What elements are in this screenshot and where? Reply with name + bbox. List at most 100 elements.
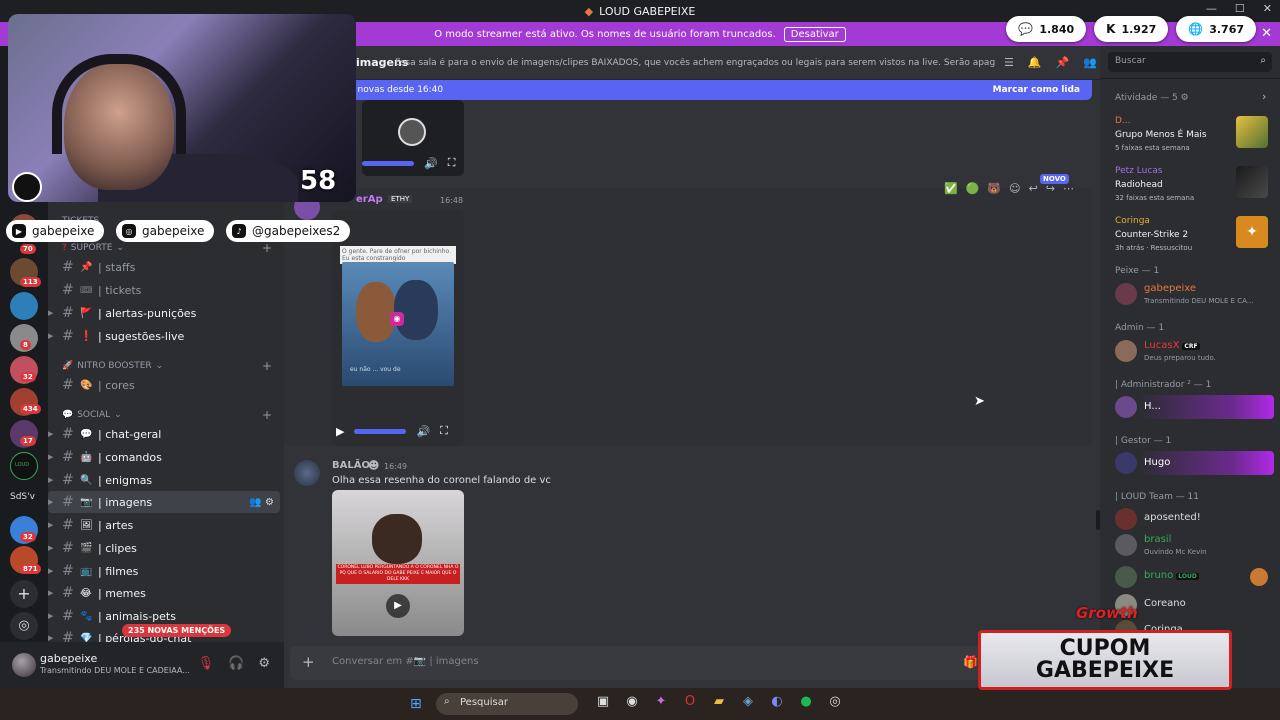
app-icon[interactable]: ◉: [623, 694, 641, 709]
activity-title: Radiohead: [1115, 180, 1163, 190]
obs-icon[interactable]: ◎: [826, 694, 844, 709]
member-item[interactable]: gabepeixe Transmitindo DEU MOLE E CA...: [1100, 279, 1280, 309]
video-attachment[interactable]: O gente. Pare de ofner por bichinho. Eu …: [332, 210, 464, 446]
server-badge: 434: [20, 404, 41, 414]
activity-item[interactable]: Petz Lucas Radiohead 32 faixas esta sema…: [1100, 164, 1280, 212]
gear-icon[interactable]: ⚙: [258, 656, 270, 671]
mark-as-read-button[interactable]: Marcar como lida: [993, 85, 1080, 95]
invite-icon[interactable]: 👥: [249, 497, 261, 508]
discord-icon[interactable]: ◐: [768, 694, 786, 709]
message-time: 16:48: [440, 196, 464, 205]
category-suporte[interactable]: ? SUPORTE ⌄ +: [62, 241, 272, 255]
disable-streamer-button[interactable]: Desativar: [783, 26, 846, 42]
volume-icon[interactable]: 🔊: [416, 425, 430, 438]
copilot-icon[interactable]: ✦: [652, 694, 670, 709]
member-item[interactable]: bruno LOUD: [1100, 562, 1280, 592]
check-reaction-icon[interactable]: ✅: [944, 182, 958, 195]
reaction-icon[interactable]: 🐻: [987, 182, 1001, 195]
channel-memes[interactable]: ▶ # 😂 | memes: [48, 582, 280, 604]
channel-filmes[interactable]: ▶ # 📺 | filmes: [48, 560, 280, 582]
server-icon[interactable]: [10, 292, 38, 320]
video-attachment[interactable]: 🔊 ⛶: [362, 100, 464, 176]
hash-icon: #: [62, 449, 74, 465]
channel-clipes[interactable]: ▶ # 🎬 | clipes: [48, 537, 280, 559]
mic-muted-icon[interactable]: 🎙: [198, 656, 215, 671]
volume-slider[interactable]: [354, 428, 407, 434]
video-attachment[interactable]: CORONEL LUBO PERGUNTANDO A O CORONEL NHA…: [332, 490, 464, 636]
category-nitro-booster[interactable]: 🚀 NITRO BOOSTER ⌄ +: [62, 359, 272, 373]
channel-tickets[interactable]: # 🎟 | tickets: [48, 279, 280, 301]
gift-icon[interactable]: 🎁: [963, 655, 978, 669]
gear-icon[interactable]: ⚙: [1181, 93, 1189, 103]
folder-icon[interactable]: ▰: [710, 694, 728, 709]
members-icon[interactable]: 👥: [1083, 56, 1097, 69]
bell-icon[interactable]: 🔔: [1028, 56, 1042, 69]
add-channel-icon[interactable]: +: [262, 241, 272, 255]
channel-artes[interactable]: ▶ # 🖼 | artes: [48, 514, 280, 536]
forward-icon[interactable]: ↪: [1046, 182, 1055, 195]
maximize-button[interactable]: ☐: [1235, 2, 1245, 15]
channel-topic[interactable]: Essa sala é para o envio de imagens/clip…: [395, 58, 995, 68]
activity-item[interactable]: D... Grupo Menos É Mais 5 faixas esta se…: [1100, 114, 1280, 162]
opera-icon[interactable]: O: [681, 694, 699, 709]
add-server-icon[interactable]: +: [10, 580, 38, 608]
add-channel-icon[interactable]: +: [262, 359, 272, 373]
add-reaction-icon[interactable]: ☺: [1009, 182, 1020, 195]
channel-sugestoes-live[interactable]: ▶ # ❗ | sugestões-live: [48, 325, 280, 347]
channel-alertas-punicoes[interactable]: ▶ # 🚩 | alertas-punições: [48, 302, 280, 324]
message-author[interactable]: BALÃO: [332, 460, 370, 471]
channel-staffs[interactable]: # 📌 | staffs: [48, 256, 280, 278]
close-window-button[interactable]: ✕: [1263, 2, 1272, 15]
avatar[interactable]: [294, 460, 320, 486]
volume-slider[interactable]: [362, 160, 414, 166]
member-item[interactable]: LucasX CRF Deus preparou tudo.: [1100, 336, 1280, 366]
member-item[interactable]: Hugo: [1100, 448, 1280, 478]
activity-item[interactable]: Coringa Counter-Strike 2 3h atrás · Ress…: [1100, 214, 1280, 262]
message-author[interactable]: erAp: [356, 194, 383, 205]
chevron-right-icon[interactable]: ›: [1262, 90, 1266, 103]
reply-icon[interactable]: ↩: [1029, 182, 1038, 195]
channel-cores[interactable]: # 🎨 | cores: [48, 374, 280, 396]
spotify-icon[interactable]: ●: [797, 694, 815, 709]
task-view-icon[interactable]: ▣: [594, 694, 612, 709]
category-social[interactable]: 💬 SOCIAL ⌄ +: [62, 408, 272, 422]
search-input[interactable]: Buscar ⌕: [1108, 52, 1272, 72]
user-panel: gabepeixe Transmitindo DEU MOLE E CADEIA…: [0, 642, 284, 688]
channel-chat-geral[interactable]: ▶ # 💬 | chat-geral: [48, 423, 280, 445]
taskbar-search[interactable]: ⌕ Pesquisar: [436, 693, 578, 715]
member-item[interactable]: H...: [1100, 392, 1280, 422]
reaction-icon[interactable]: 🟢: [966, 182, 980, 195]
add-attachment-icon[interactable]: +: [302, 653, 315, 671]
windows-start-icon[interactable]: ⊞: [410, 696, 422, 712]
channel-imagens[interactable]: ▶ # 📷 | imagens 👥 ⚙: [48, 491, 280, 513]
more-icon[interactable]: ⋯: [1063, 182, 1074, 195]
headphones-icon[interactable]: 🎧: [228, 656, 244, 671]
add-channel-icon[interactable]: +: [262, 408, 272, 422]
minimize-button[interactable]: —: [1206, 2, 1217, 15]
explore-icon[interactable]: ◎: [10, 612, 38, 640]
play-icon[interactable]: ▶: [386, 594, 410, 618]
channel-comandos[interactable]: ▶ # 🤖 | comandos: [48, 446, 280, 468]
new-mentions-badge[interactable]: 235 NOVAS MENÇÕES: [122, 624, 232, 637]
volume-icon[interactable]: 🔊: [424, 157, 438, 170]
play-icon[interactable]: ▶: [336, 425, 344, 438]
member-item[interactable]: brasil Ouvindo Mc Kevin: [1100, 530, 1280, 560]
emoji-icon: ☻: [368, 459, 380, 472]
pin-icon[interactable]: 📌: [1056, 56, 1070, 69]
close-banner-icon[interactable]: ✕: [1261, 26, 1272, 41]
fullscreen-icon[interactable]: ⛶: [448, 156, 456, 170]
palette-icon: 🎨: [80, 379, 93, 391]
new-messages-bar[interactable]: s novas desde 16:40 Marcar como lida: [284, 80, 1092, 100]
threads-icon[interactable]: ☰: [1004, 56, 1014, 69]
fullscreen-icon[interactable]: ⛶: [440, 424, 448, 438]
message-composer[interactable]: + Conversar em #📷 | imagens 🎁: [290, 646, 986, 680]
avatar: [1115, 452, 1137, 474]
gear-icon[interactable]: ⚙: [265, 497, 274, 508]
channel-enigmas[interactable]: ▶ # 🔍 | enigmas: [48, 469, 280, 491]
user-name: gabepeixe: [40, 652, 98, 665]
instagram-icon: ◎: [122, 224, 136, 238]
person-figure: [372, 514, 422, 564]
steam-icon[interactable]: ◈: [739, 694, 757, 709]
activity-title: Counter-Strike 2: [1115, 230, 1189, 240]
avatar[interactable]: [12, 653, 36, 677]
